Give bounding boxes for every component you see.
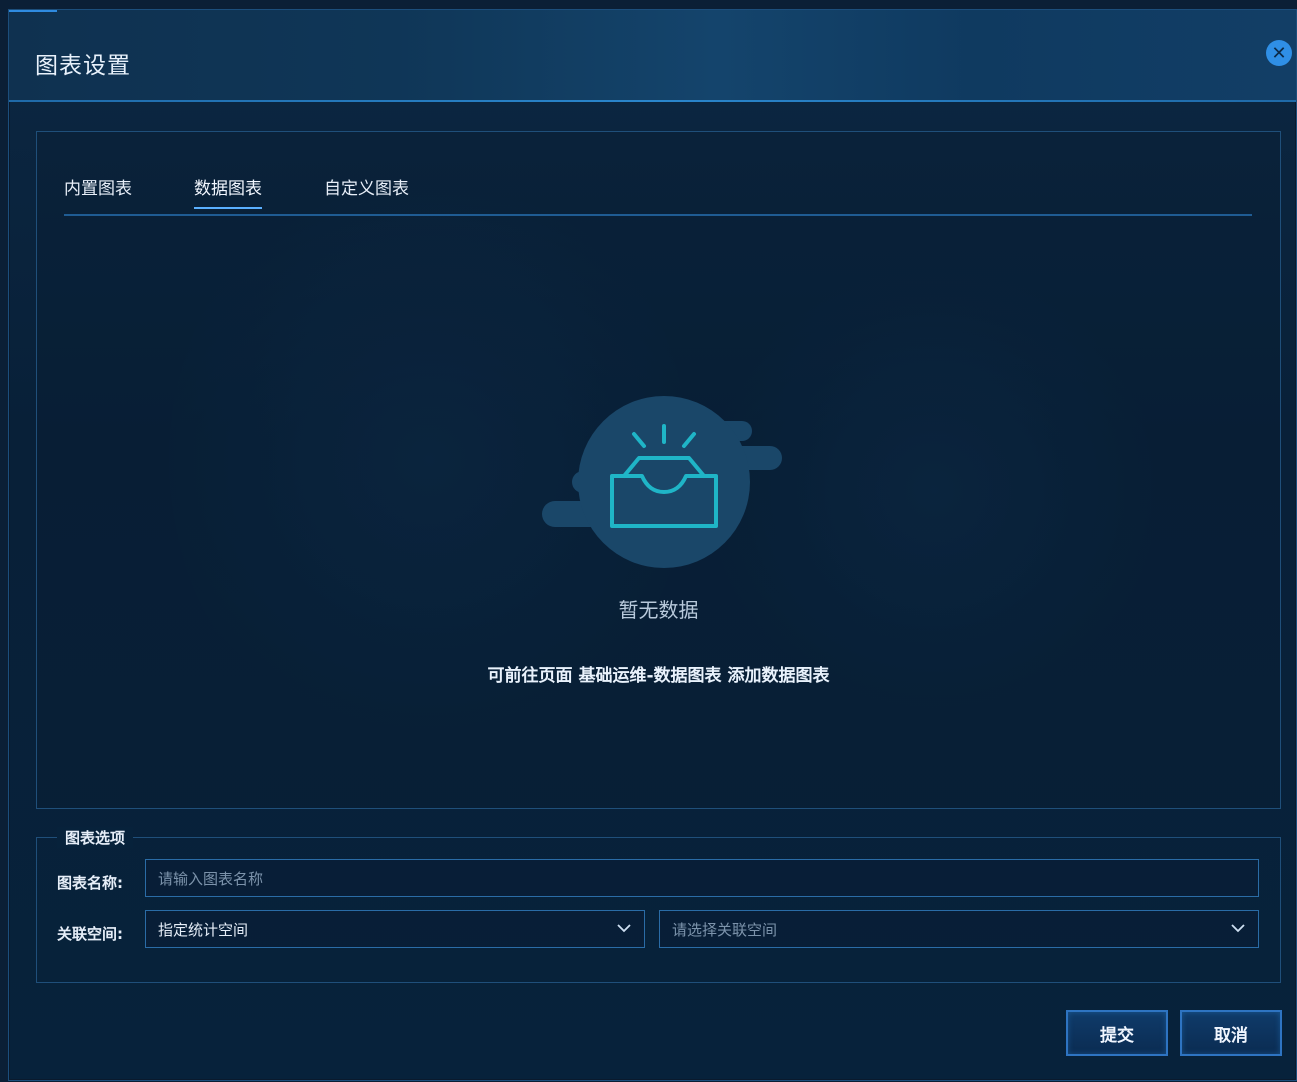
empty-inbox-icon — [542, 396, 782, 568]
tab-custom-charts[interactable]: 自定义图表 — [324, 174, 409, 207]
chart-panel: 内置图表 数据图表 自定义图表 暂无数据 可前往页面 基础运维-数据图表 添加数… — [36, 131, 1281, 809]
submit-button[interactable]: 提交 — [1066, 1010, 1168, 1056]
dialog-header: 图表设置 ✕ — [9, 10, 1296, 102]
chevron-down-icon — [1231, 924, 1245, 933]
chart-name-label: 图表名称: — [57, 874, 123, 892]
tab-builtin-charts[interactable]: 内置图表 — [64, 174, 132, 207]
title-accent-line — [9, 10, 57, 12]
chart-name-input[interactable]: 请输入图表名称 — [145, 859, 1259, 897]
related-space-placeholder: 请选择关联空间 — [672, 920, 778, 939]
chevron-down-icon — [617, 924, 631, 933]
close-icon[interactable]: ✕ — [1266, 40, 1292, 66]
dialog-title: 图表设置 — [35, 53, 131, 79]
tab-data-charts[interactable]: 数据图表 — [194, 174, 262, 209]
space-label: 关联空间: — [57, 925, 123, 943]
empty-state-hint: 可前往页面 基础运维-数据图表 添加数据图表 — [487, 666, 830, 686]
related-space-select[interactable]: 请选择关联空间 — [659, 910, 1259, 948]
space-mode-select[interactable]: 指定统计空间 — [145, 910, 645, 948]
space-mode-value: 指定统计空间 — [158, 920, 249, 939]
chart-settings-dialog: 图表设置 ✕ 内置图表 数据图表 自定义图表 暂无数据 可前往页面 基础运维-数… — [8, 9, 1297, 1081]
options-legend: 图表选项 — [57, 827, 134, 848]
chart-options-group: 图表选项 图表名称: 请输入图表名称 关联空间: 指定统计空间 请选择关联空间 — [36, 827, 1281, 983]
cancel-button[interactable]: 取消 — [1180, 1010, 1282, 1056]
tab-bar: 内置图表 数据图表 自定义图表 — [64, 174, 1252, 216]
empty-state-title: 暂无数据 — [618, 598, 699, 622]
